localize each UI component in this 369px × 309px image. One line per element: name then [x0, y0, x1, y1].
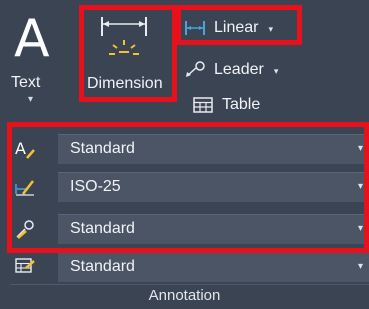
multileader-style-icon [16, 220, 34, 239]
text-large-icon: A [14, 9, 50, 69]
text-style-value: Standard [70, 140, 135, 157]
text-style-icon: A [15, 139, 35, 159]
annotation-panel: A Text ▾ Dimension Linear ▾ Leader ▾ Tab… [0, 0, 369, 309]
panel-divider [10, 284, 369, 285]
dimension-tool-label: Dimension [87, 75, 163, 92]
text-style-dropdown[interactable]: Standard ▾ [58, 134, 369, 164]
chevron-down-icon[interactable]: ▾ [358, 181, 363, 192]
dimension-style-dropdown[interactable]: ISO-25 ▾ [58, 172, 369, 202]
dimension-style-row: ISO-25 ▾ [10, 171, 369, 202]
table-button[interactable]: Table [192, 91, 260, 119]
chevron-down-icon[interactable]: ▾ [358, 143, 363, 154]
multileader-style-dropdown[interactable]: Standard ▾ [58, 214, 369, 244]
chevron-down-icon[interactable]: ▾ [268, 24, 273, 35]
leader-label: Leader [214, 61, 264, 78]
linear-label: Linear [214, 19, 259, 36]
leader-button[interactable]: Leader ▾ [184, 56, 278, 84]
text-tool-button[interactable]: A Text ▾ [6, 8, 68, 108]
chevron-down-icon[interactable]: ▾ [358, 223, 363, 234]
svg-text:A: A [15, 139, 26, 158]
table-style-dropdown[interactable]: Standard ▾ [58, 252, 369, 282]
table-style-value: Standard [70, 258, 135, 275]
table-icon [193, 97, 213, 113]
panel-title[interactable]: Annotation [0, 287, 369, 304]
chevron-down-icon[interactable]: ▾ [28, 94, 33, 105]
dimension-tool-button[interactable]: Dimension [87, 9, 175, 99]
chevron-down-icon[interactable]: ▾ [358, 261, 363, 272]
chevron-down-icon[interactable]: ▾ [274, 66, 279, 77]
leader-icon [186, 61, 205, 77]
text-tool-label: Text [11, 74, 41, 91]
table-style-row: Standard ▾ [10, 251, 369, 282]
table-label: Table [222, 96, 261, 113]
multileader-style-row: Standard ▾ [10, 213, 369, 244]
dimension-style-icon [15, 180, 34, 196]
linear-dimension-icon [185, 21, 205, 35]
text-style-row: A Standard ▾ [10, 133, 369, 164]
dimension-style-value: ISO-25 [70, 178, 121, 195]
linear-dimension-button[interactable]: Linear ▾ [184, 14, 273, 42]
table-style-icon [15, 258, 35, 273]
multileader-style-value: Standard [70, 220, 135, 237]
dimension-icon [101, 17, 147, 55]
